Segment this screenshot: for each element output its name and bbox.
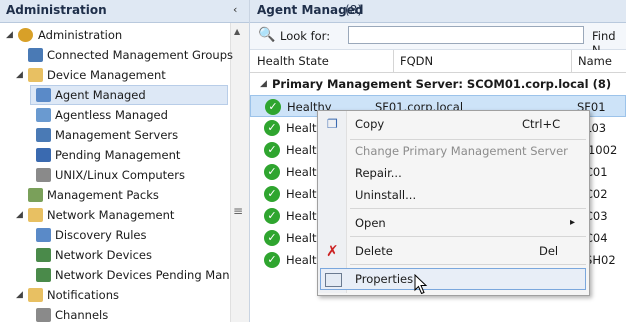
look-for-label: Look for:: [280, 29, 331, 43]
expander-icon[interactable]: ◢: [6, 25, 13, 45]
look-for-input[interactable]: [348, 26, 584, 44]
menu-item-shortcut: Del: [539, 244, 559, 258]
menu-separator: [350, 264, 586, 265]
healthy-check-icon: ✓: [264, 164, 280, 180]
healthy-check-icon: ✓: [264, 120, 280, 136]
expander-icon[interactable]: ◢: [16, 285, 23, 305]
item-count: (8): [345, 3, 362, 17]
group-expander-icon[interactable]: ◢: [260, 79, 267, 89]
tree-item-label: Device Management: [47, 68, 166, 82]
linux-computer-icon: [36, 168, 51, 182]
healthy-check-icon: ✓: [264, 230, 280, 246]
column-header-health-state[interactable]: Health State: [257, 54, 329, 68]
expander-icon[interactable]: ◢: [16, 65, 23, 85]
menu-item-shortcut: Ctrl+C: [522, 117, 561, 131]
management-pack-icon: [28, 188, 43, 202]
folder-icon: [28, 208, 43, 222]
envelope-icon: [28, 288, 43, 302]
menu-item-label: Delete: [355, 244, 393, 258]
column-separator[interactable]: [393, 50, 394, 72]
properties-icon: [325, 273, 342, 287]
channel-icon: [36, 308, 51, 322]
collapse-pane-icon[interactable]: ‹: [233, 3, 237, 16]
menu-separator: [350, 236, 586, 237]
scrollbar-grip-icon[interactable]: ≡: [233, 204, 243, 218]
agentless-icon: [36, 108, 51, 122]
healthy-check-icon: ✓: [264, 142, 280, 158]
menu-item-change-primary-management-server[interactable]: Change Primary Management Server: [322, 140, 586, 162]
folder-icon: [28, 68, 43, 82]
delete-icon: ✗: [326, 242, 339, 260]
server-icon: [36, 128, 51, 142]
menu-item-uninstall[interactable]: Uninstall...: [322, 184, 586, 206]
column-separator[interactable]: [571, 50, 572, 72]
agent-icon: [36, 88, 51, 102]
healthy-check-icon: ✓: [264, 252, 280, 268]
gear-icon: [18, 28, 33, 42]
group-header[interactable]: Primary Management Server: SCOM01.corp.l…: [272, 77, 611, 91]
menu-item-delete[interactable]: ✗ Delete Del: [322, 240, 586, 262]
healthy-check-icon: ✓: [264, 208, 280, 224]
healthy-check-icon: ✓: [265, 99, 281, 115]
tree-item-label: Network Devices: [55, 248, 152, 262]
healthy-check-icon: ✓: [264, 186, 280, 202]
menu-item-open[interactable]: Open ▸: [322, 212, 586, 234]
tree-item-network-devices-pending-management[interactable]: Network Devices Pending Management: [0, 265, 230, 285]
submenu-arrow-icon: ▸: [570, 217, 576, 228]
navigation-scrollbar[interactable]: [230, 23, 249, 322]
tree-item-label: Discovery Rules: [55, 228, 147, 242]
menu-separator: [350, 208, 586, 209]
column-header-name[interactable]: Name: [578, 54, 612, 68]
tree-item-label: Agentless Managed: [55, 108, 168, 122]
tree-item-label: Network Devices Pending Management: [55, 268, 230, 282]
menu-item-label: Repair...: [355, 166, 402, 180]
menu-item-repair[interactable]: Repair...: [322, 162, 586, 184]
scroll-up-icon[interactable]: ▲: [234, 27, 240, 36]
menu-item-label: Open: [355, 216, 386, 230]
menu-item-properties[interactable]: Properties: [322, 268, 586, 290]
pending-icon: [36, 148, 51, 162]
menu-item-copy[interactable]: ❐ Copy Ctrl+C: [322, 113, 586, 135]
expander-icon[interactable]: ◢: [16, 205, 23, 225]
network-pending-icon: [36, 268, 51, 282]
server-group-icon: [28, 48, 43, 62]
tree-item-label: Connected Management Groups: [47, 48, 233, 62]
tree-item-label: Administration: [38, 28, 123, 42]
tree-item-label: Notifications: [47, 288, 119, 302]
mouse-cursor-icon: [414, 274, 428, 295]
search-icon: 🔍: [258, 27, 276, 43]
navigation-pane-title: Administration: [6, 3, 107, 17]
tree-item-label: Pending Management: [55, 148, 181, 162]
menu-item-label: Change Primary Management Server: [355, 144, 568, 158]
menu-item-label: Properties: [355, 272, 414, 286]
tree-item-label: Agent Managed: [55, 88, 146, 102]
tree-item-label: Network Management: [47, 208, 175, 222]
tree-item-agent-managed[interactable]: Agent Managed: [0, 85, 230, 105]
copy-icon: ❐: [327, 117, 338, 131]
discovery-icon: [36, 228, 51, 242]
menu-item-label: Uninstall...: [355, 188, 417, 202]
tree-item-label: Management Packs: [47, 188, 159, 202]
tree-item-label: Management Servers: [55, 128, 179, 142]
network-device-icon: [36, 248, 51, 262]
column-header-fqdn[interactable]: FQDN: [400, 54, 433, 68]
tree-item-label: Channels: [55, 308, 109, 322]
menu-item-label: Copy: [355, 117, 385, 131]
tree-item-label: UNIX/Linux Computers: [55, 168, 185, 182]
